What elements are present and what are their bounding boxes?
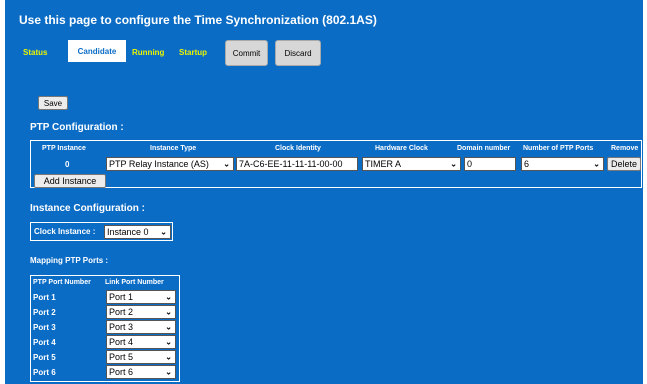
hardware-clock-select[interactable]: TIMER A ⌄ bbox=[362, 157, 461, 171]
clock-instance-label: Clock Instance : bbox=[34, 227, 96, 236]
chevron-down-icon: ⌄ bbox=[165, 292, 172, 302]
link-port-select[interactable]: Port 5 ⌄ bbox=[106, 350, 176, 364]
instance-type-select[interactable]: PTP Relay Instance (AS) ⌄ bbox=[106, 157, 234, 171]
chevron-down-icon: ⌄ bbox=[450, 159, 457, 169]
ptp-port-label: Port 2 bbox=[33, 308, 56, 317]
header-number-of-ptp-ports: Number of PTP Ports bbox=[523, 145, 594, 152]
chevron-down-icon: ⌄ bbox=[165, 307, 172, 317]
save-button[interactable]: Save bbox=[38, 96, 68, 110]
link-port-value: Port 4 bbox=[109, 337, 134, 347]
number-of-ptp-ports-value: 6 bbox=[524, 159, 530, 169]
chevron-down-icon: ⌄ bbox=[165, 322, 172, 332]
clock-instance-select[interactable]: Instance 0 ⌄ bbox=[104, 225, 171, 239]
ptp-configuration-table: PTP Instance Instance Type Clock Identit… bbox=[30, 140, 642, 188]
chevron-down-icon: ⌄ bbox=[165, 337, 172, 347]
header-link-port-number: Link Port Number bbox=[105, 279, 164, 286]
delete-button[interactable]: Delete bbox=[607, 157, 641, 171]
header-clock-identity: Clock Identity bbox=[275, 145, 321, 152]
link-port-select[interactable]: Port 1 ⌄ bbox=[106, 290, 176, 304]
mapping-ptp-ports-heading: Mapping PTP Ports : bbox=[30, 256, 109, 265]
tab-running[interactable]: Running bbox=[132, 48, 164, 57]
hardware-clock-value: TIMER A bbox=[365, 159, 402, 169]
ptp-port-label: Port 4 bbox=[33, 338, 56, 347]
header-ptp-instance: PTP Instance bbox=[42, 145, 86, 152]
tab-startup[interactable]: Startup bbox=[179, 48, 207, 57]
header-ptp-port-number: PTP Port Number bbox=[33, 279, 91, 286]
instance-type-value: PTP Relay Instance (AS) bbox=[109, 159, 209, 169]
tab-candidate[interactable]: Candidate bbox=[68, 40, 126, 62]
ptp-configuration-heading: PTP Configuration : bbox=[30, 122, 124, 133]
page-title: Use this page to configure the Time Sync… bbox=[19, 13, 377, 27]
tab-status[interactable]: Status bbox=[23, 48, 47, 57]
header-domain-number: Domain number bbox=[457, 145, 511, 152]
header-instance-type: Instance Type bbox=[150, 145, 197, 152]
discard-button[interactable]: Discard bbox=[275, 40, 321, 66]
header-hardware-clock: Hardware Clock bbox=[375, 145, 428, 152]
number-of-ptp-ports-select[interactable]: 6 ⌄ bbox=[521, 157, 604, 171]
chevron-down-icon: ⌄ bbox=[165, 367, 172, 377]
chevron-down-icon: ⌄ bbox=[593, 159, 600, 169]
commit-button[interactable]: Commit bbox=[225, 40, 268, 66]
ptp-port-label: Port 5 bbox=[33, 353, 56, 362]
clock-instance-box: Clock Instance : Instance 0 ⌄ bbox=[30, 222, 173, 241]
link-port-value: Port 1 bbox=[109, 292, 134, 302]
link-port-value: Port 3 bbox=[109, 322, 134, 332]
ptp-port-label: Port 3 bbox=[33, 323, 56, 332]
ptp-port-label: Port 1 bbox=[33, 293, 56, 302]
ptp-port-label: Port 6 bbox=[33, 368, 56, 377]
link-port-select[interactable]: Port 4 ⌄ bbox=[106, 335, 176, 349]
link-port-select[interactable]: Port 2 ⌄ bbox=[106, 305, 176, 319]
instance-configuration-heading: Instance Configuration : bbox=[30, 203, 145, 214]
header-remove: Remove bbox=[611, 145, 639, 152]
config-panel: Use this page to configure the Time Sync… bbox=[5, 0, 643, 384]
add-instance-button[interactable]: Add Instance bbox=[34, 174, 106, 188]
chevron-down-icon: ⌄ bbox=[165, 352, 172, 362]
link-port-value: Port 2 bbox=[109, 307, 134, 317]
link-port-value: Port 5 bbox=[109, 352, 134, 362]
domain-number-input[interactable]: 0 bbox=[464, 157, 516, 171]
link-port-value: Port 6 bbox=[109, 367, 134, 377]
link-port-select[interactable]: Port 6 ⌄ bbox=[106, 365, 176, 379]
chevron-down-icon: ⌄ bbox=[223, 159, 230, 169]
clock-identity-input[interactable]: 7A-C6-EE-11-11-11-00-00 bbox=[236, 157, 358, 171]
mapping-table: PTP Port Number Link Port Number Port 1P… bbox=[30, 275, 180, 382]
clock-instance-value: Instance 0 bbox=[107, 227, 149, 237]
chevron-down-icon: ⌄ bbox=[160, 227, 167, 237]
ptp-instance-value: 0 bbox=[65, 160, 70, 169]
link-port-select[interactable]: Port 3 ⌄ bbox=[106, 320, 176, 334]
